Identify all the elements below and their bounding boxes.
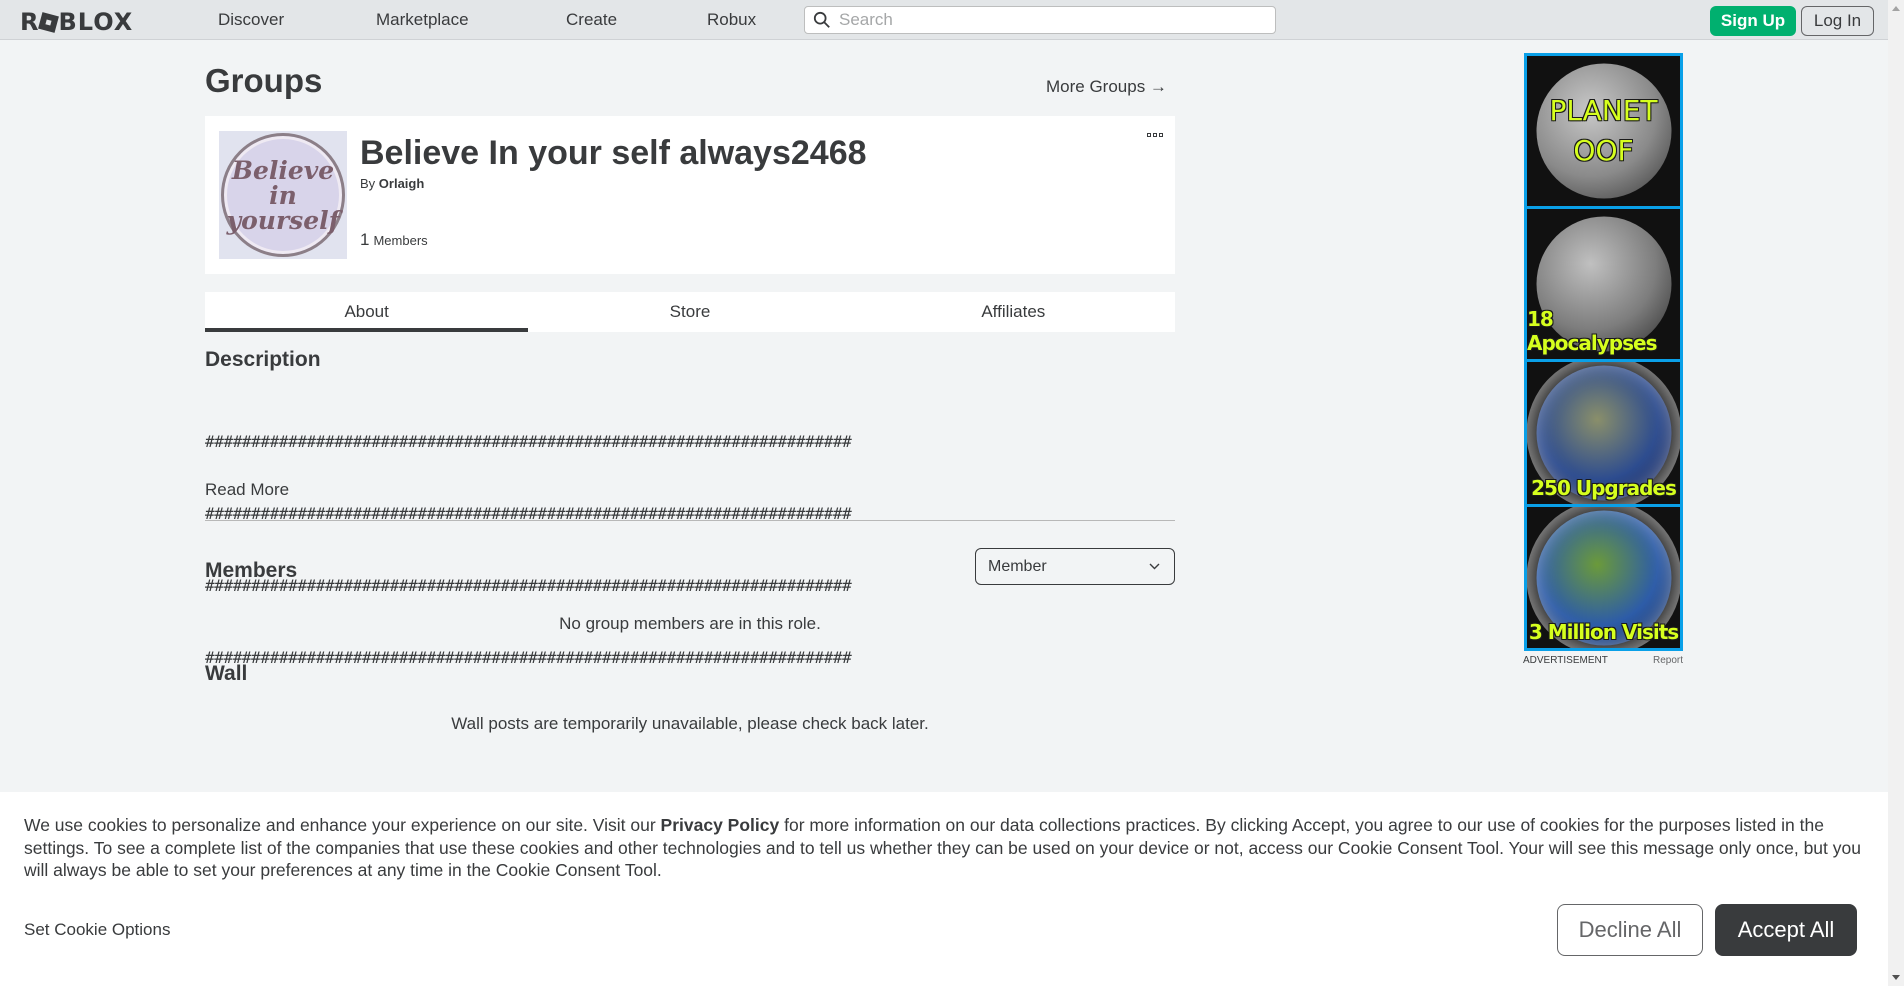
privacy-policy-link[interactable]: Privacy Policy	[661, 815, 780, 835]
tab-affiliates[interactable]: Affiliates	[852, 292, 1175, 332]
ad-panel-label: PLANET OOF	[1549, 94, 1658, 167]
logo-o-icon	[38, 12, 60, 33]
search-box[interactable]	[804, 6, 1276, 34]
more-groups-link[interactable]: More Groups →	[1046, 77, 1167, 97]
sign-up-button[interactable]: Sign Up	[1710, 6, 1796, 36]
ad-panel-upgrades: 250 Upgrades	[1527, 362, 1680, 504]
advertisement-label: ADVERTISEMENT	[1523, 655, 1608, 666]
group-emblem: Believe in yourself	[219, 131, 347, 259]
members-title: Members	[205, 559, 298, 582]
chevron-down-icon	[1149, 563, 1160, 570]
cookie-consent-banner: We use cookies to personalize and enhanc…	[0, 792, 1888, 986]
nav-robux[interactable]: Robux	[707, 10, 756, 30]
group-owner-link[interactable]: Orlaigh	[379, 176, 425, 191]
roblox-logo[interactable]: R BLOX	[20, 8, 133, 36]
description-line: ########################################…	[205, 648, 852, 667]
cookie-consent-text: We use cookies to personalize and enhanc…	[24, 815, 1861, 880]
search-input[interactable]	[839, 10, 1259, 30]
group-header-card: Believe in yourself Believe In your self…	[205, 116, 1175, 274]
ad-panel-apocalypses: 18 Apocalypses	[1527, 209, 1680, 359]
set-cookie-options-link[interactable]: Set Cookie Options	[24, 920, 170, 940]
tab-store[interactable]: Store	[528, 292, 851, 332]
ad-panel-label: 250 Upgrades	[1531, 476, 1677, 500]
logo-letters: BLOX	[58, 8, 134, 36]
role-select-dropdown[interactable]: Member	[975, 548, 1175, 585]
role-selected-value: Member	[988, 557, 1047, 575]
ad-caption: ADVERTISEMENT Report	[1523, 655, 1683, 666]
read-more-link[interactable]: Read More	[205, 480, 289, 500]
nav-create[interactable]: Create	[566, 10, 617, 30]
accept-all-button[interactable]: Accept All	[1715, 904, 1857, 956]
log-in-button[interactable]: Log In	[1801, 6, 1874, 36]
emblem-text-2: in	[269, 180, 297, 210]
page-scrollbar[interactable]	[1888, 0, 1904, 986]
wall-unavailable-message: Wall posts are temporarily unavailable, …	[451, 714, 929, 733]
group-tabs: About Store Affiliates	[205, 292, 1175, 332]
report-ad-link[interactable]: Report	[1653, 655, 1683, 666]
decline-all-button[interactable]: Decline All	[1557, 904, 1703, 956]
tab-about[interactable]: About	[205, 292, 529, 332]
page-title: Groups	[205, 62, 323, 99]
member-count-value: 1	[360, 230, 370, 249]
ad-panel-label: 18 Apocalypses	[1527, 307, 1657, 355]
no-members-message: No group members are in this role.	[559, 614, 821, 633]
nav-discover[interactable]: Discover	[218, 10, 284, 30]
group-emblem-image: Believe in yourself	[221, 133, 345, 257]
group-owner-line: By Orlaigh	[360, 176, 424, 191]
ad-panel-planet-oof: PLANET OOF	[1527, 56, 1680, 206]
scroll-down-icon[interactable]	[1892, 975, 1900, 980]
ad-panel-visits: 3 Million Visits	[1527, 507, 1680, 648]
logo-letter-r: R	[20, 8, 40, 36]
description-line: ########################################…	[205, 432, 852, 451]
group-member-count: 1 Members	[360, 230, 428, 250]
scroll-up-icon[interactable]	[1892, 6, 1900, 11]
ad-panel-label: 3 Million Visits	[1528, 620, 1679, 644]
emblem-text-1: Believe	[231, 155, 335, 185]
description-line: ########################################…	[205, 504, 852, 523]
nav-marketplace[interactable]: Marketplace	[376, 10, 469, 30]
member-count-label: Members	[373, 233, 428, 248]
emblem-text-3: yourself	[226, 205, 340, 235]
group-name: Believe In your self always2468	[360, 134, 867, 172]
wall-title: Wall	[205, 662, 248, 685]
advertisement-banner[interactable]: PLANET OOF 18 Apocalypses 250 Upgrades 3 …	[1524, 53, 1683, 651]
search-icon	[813, 11, 830, 28]
by-prefix: By	[360, 176, 376, 191]
more-options-icon[interactable]	[1147, 133, 1163, 137]
group-description: ########################################…	[205, 382, 1180, 694]
top-navbar: R BLOX Discover Marketplace Create Robux …	[0, 0, 1904, 40]
section-divider	[205, 520, 1175, 521]
description-title: Description	[205, 348, 321, 371]
